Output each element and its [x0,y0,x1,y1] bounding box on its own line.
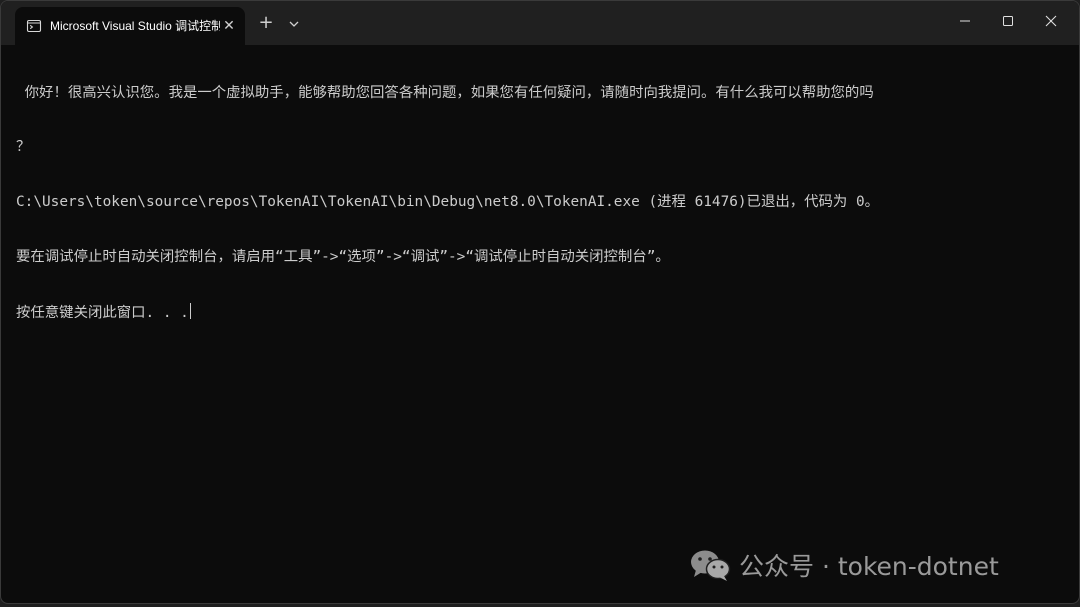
console-line-tip: 要在调试停止时自动关闭控制台，请启用“工具”->“选项”->“调试”->“调试停… [16,249,670,266]
maximize-icon[interactable] [986,1,1030,41]
watermark-text: 公众号 · token-dotnet [739,552,999,581]
console-line-greeting-wrap: ？ [16,139,31,156]
prompt-text: 按任意键关闭此窗口. . . [16,305,189,322]
tab-debug-console[interactable]: Microsoft Visual Studio 调试控制台 ✕ [15,7,245,45]
console-output[interactable]: 你好！很高兴认识您。我是一个虚拟助手，能够帮助您回答各种问题，如果您有任何疑问，… [16,47,1066,358]
tab-close-button[interactable]: ✕ [219,16,239,36]
console-line-prompt: 按任意键关闭此窗口. . . [16,303,1066,321]
chevron-down-icon[interactable] [284,13,304,35]
text-cursor [189,303,191,320]
tab-title: Microsoft Visual Studio 调试控制台 [50,19,220,33]
close-icon[interactable] [1029,1,1073,41]
new-tab-button[interactable]: + [255,13,277,35]
title-bar[interactable]: Microsoft Visual Studio 调试控制台 ✕ + [1,1,1079,45]
watermark: 公众号 · token-dotnet [689,545,999,585]
console-line-greeting: 你好！很高兴认识您。我是一个虚拟助手，能够帮助您回答各种问题，如果您有任何疑问，… [16,84,874,101]
terminal-window: Microsoft Visual Studio 调试控制台 ✕ + 你好！很高兴… [0,0,1080,604]
wechat-icon [691,550,731,581]
terminal-icon [26,19,42,33]
minimize-icon[interactable] [943,1,987,41]
console-line-exit-status: C:\Users\token\source\repos\TokenAI\Toke… [16,194,880,211]
